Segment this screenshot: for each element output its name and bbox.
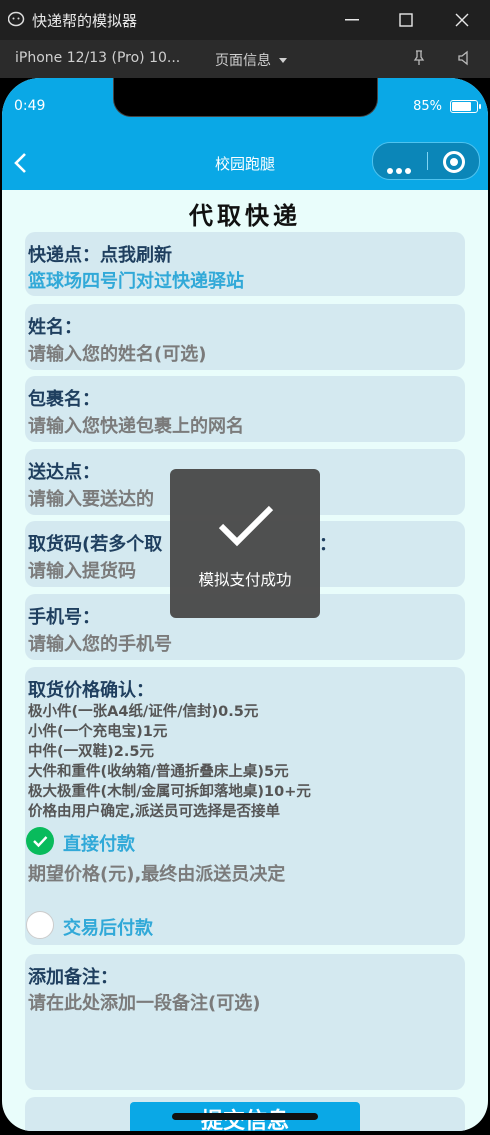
home-indicator <box>172 1113 318 1120</box>
note-textarea[interactable]: 请在此处添加一段备注(可选) <box>28 989 260 1015</box>
window-title: 快递帮的模拟器 <box>32 12 138 30</box>
phone-screen: 0:49 85% 校园跑腿 代取快递 快递点：点我刷新 篮球场四号门对过快递驿站… <box>2 78 488 1131</box>
success-toast: 模拟支付成功 <box>170 469 320 618</box>
navigation-bar: 校园跑腿 <box>2 136 488 190</box>
toast-text: 模拟支付成功 <box>198 571 292 589</box>
wechat-devtools-icon <box>8 11 25 27</box>
delivery-point-input[interactable]: 请输入要送达的 <box>28 485 154 511</box>
note-label: 添加备注： <box>28 967 118 988</box>
radio-unchecked[interactable] <box>26 911 54 939</box>
package-name-input[interactable]: 请输入您快递包裹上的网名 <box>28 412 244 438</box>
expected-price-input[interactable]: 期望价格(元),最终由派送员决定 <box>28 860 285 886</box>
pin-icon[interactable] <box>412 50 426 66</box>
package-name-label: 包裹名： <box>28 389 100 410</box>
close-icon <box>455 13 468 27</box>
package-name-card: 包裹名： 请输入您快递包裹上的网名 <box>25 376 465 442</box>
window-titlebar: 快递帮的模拟器 <box>0 0 490 40</box>
price-rule: 小件(一个充电宝)1元 <box>28 724 168 740</box>
price-rule: 极小件(一张A4纸/证件/信封)0.5元 <box>28 704 259 720</box>
page-info-label: 页面信息 <box>215 53 271 69</box>
simulator-toolbar: iPhone 12/13 (Pro) 10... 页面信息 <box>0 40 490 78</box>
battery-level <box>452 102 471 111</box>
device-selector[interactable]: iPhone 12/13 (Pro) 10... <box>15 50 180 66</box>
pickup-code-input[interactable]: 请输入提货码 <box>28 557 136 583</box>
price-rule: 大件和重件(收纳箱/普通折叠床上桌)5元 <box>28 764 289 780</box>
page-title: 代取快递 <box>189 202 301 230</box>
checkmark-icon <box>218 505 274 547</box>
direct-pay-label[interactable]: 直接付款 <box>63 830 135 856</box>
pickup-point-label[interactable]: 快递点：点我刷新 <box>28 241 172 267</box>
pickup-point-card[interactable]: 快递点：点我刷新 篮球场四号门对过快递驿站 <box>25 232 465 296</box>
name-input[interactable]: 请输入您的姓名(可选) <box>28 340 206 366</box>
pickup-point-value[interactable]: 篮球场四号门对过快递驿站 <box>28 267 244 293</box>
pay-after-label[interactable]: 交易后付款 <box>63 914 153 940</box>
speaker-icon[interactable] <box>457 50 473 66</box>
pickup-code-label-tail: ： <box>319 534 337 555</box>
price-rule: 极大极重件(木制/金属可拆卸落地桌)10+元 <box>28 784 311 800</box>
price-label: 取货价格确认： <box>28 680 154 701</box>
phone-frame: 0:49 85% 校园跑腿 代取快递 快递点：点我刷新 篮球场四号门对过快递驿站… <box>0 78 490 1135</box>
price-rule: 中件(一双鞋)2.5元 <box>28 744 154 760</box>
menu-capsule <box>372 142 480 180</box>
more-icon[interactable] <box>387 159 414 178</box>
price-rule: 价格由用户确定,派送员可选择是否接单 <box>28 804 281 820</box>
minimize-icon <box>344 19 359 21</box>
battery-icon <box>450 100 481 113</box>
price-rules: 极小件(一张A4纸/证件/信封)0.5元 小件(一个充电宝)1元 中件(一双鞋)… <box>28 702 311 822</box>
phone-input[interactable]: 请输入您的手机号 <box>28 630 172 656</box>
pickup-code-label: 取货码(若多个取 <box>28 534 163 555</box>
radio-direct-pay[interactable]: 直接付款 <box>25 827 325 857</box>
page-info-menu[interactable]: 页面信息 <box>215 50 288 70</box>
check-icon <box>33 836 48 848</box>
close-button[interactable] <box>434 0 489 40</box>
delivery-point-label: 送达点： <box>28 462 100 483</box>
phone-label: 手机号： <box>28 607 100 628</box>
radio-checked[interactable] <box>26 827 54 855</box>
chevron-down-icon <box>279 58 288 63</box>
note-card: 添加备注： 请在此处添加一段备注(可选) <box>25 954 465 1090</box>
close-miniprogram-icon[interactable] <box>443 151 465 173</box>
maximize-button[interactable] <box>378 0 433 40</box>
capsule-divider <box>427 152 428 170</box>
minimize-button[interactable] <box>324 0 379 40</box>
radio-pay-after[interactable]: 交易后付款 <box>25 911 325 941</box>
battery-percent: 85% <box>413 99 442 114</box>
maximize-icon <box>398 13 413 27</box>
notch <box>113 78 378 117</box>
name-card: 姓名： 请输入您的姓名(可选) <box>25 304 465 370</box>
status-time: 0:49 <box>14 98 46 114</box>
price-card: 取货价格确认： 极小件(一张A4纸/证件/信封)0.5元 小件(一个充电宝)1元… <box>25 667 465 945</box>
name-label: 姓名： <box>28 317 82 338</box>
